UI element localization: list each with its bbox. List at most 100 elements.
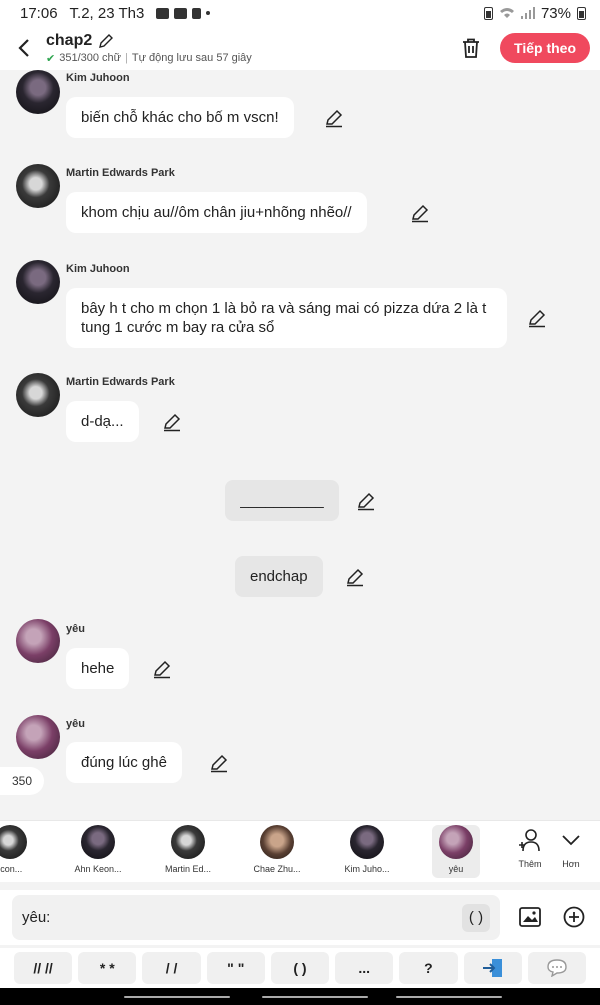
- message-bubble[interactable]: khom chịu au//ôm chân jiu+nhõng nhẽo//: [66, 192, 367, 233]
- signal-icon: [520, 7, 535, 19]
- edit-icon[interactable]: [209, 753, 229, 773]
- exit-scene-button[interactable]: [463, 952, 522, 984]
- character-chip[interactable]: Ahn Keon...: [66, 825, 130, 874]
- avatar: [81, 825, 115, 859]
- more-label: Thêm: [518, 859, 542, 869]
- edit-icon[interactable]: [162, 412, 182, 432]
- less-label: Hơn: [562, 859, 580, 869]
- separator: |: [125, 52, 128, 64]
- edit-icon[interactable]: [410, 203, 430, 223]
- avatar[interactable]: [16, 619, 60, 663]
- character-chip[interactable]: Chae Zhu...: [245, 825, 309, 874]
- paren-button[interactable]: ( ): [462, 903, 490, 932]
- avatar[interactable]: [16, 70, 60, 114]
- delete-button[interactable]: [460, 37, 482, 59]
- character-chip[interactable]: Icon...: [0, 825, 42, 874]
- character-name: Chae Zhu...: [253, 864, 301, 874]
- next-button[interactable]: Tiếp theo: [500, 33, 590, 63]
- chevron-down-icon: [562, 835, 580, 846]
- status-time: 17:06: [20, 4, 58, 22]
- image-icon[interactable]: [518, 905, 542, 929]
- sender-name: Kim Juhoon: [66, 72, 130, 84]
- quick-insert-button[interactable]: ...: [335, 952, 394, 984]
- youtube-icon: [174, 7, 188, 19]
- nav-home[interactable]: [262, 996, 368, 998]
- chat-area[interactable]: Kim Juhoon biến chỗ khác cho bố m vscn! …: [0, 70, 600, 820]
- sender-name: yêu: [66, 718, 85, 730]
- gallery-icon: [156, 7, 170, 19]
- quick-insert-button[interactable]: " ": [206, 952, 265, 984]
- edit-icon[interactable]: [356, 491, 376, 511]
- avatar: [439, 825, 473, 859]
- title-block: chap2 ✔ 351/300 chữ | Tự động lưu sau 57…: [46, 32, 252, 65]
- quick-insert-button[interactable]: // //: [14, 952, 73, 984]
- sender-name: Martin Edwards Park: [66, 167, 175, 179]
- tiktok-icon: [192, 7, 202, 19]
- avatar[interactable]: [16, 260, 60, 304]
- wifi-icon: [499, 8, 514, 18]
- divider-bubble[interactable]: __________: [225, 480, 339, 521]
- quick-insert-button[interactable]: ?: [399, 952, 458, 984]
- notification-icons: [156, 7, 211, 19]
- trash-icon: [463, 38, 480, 58]
- chapter-title: chap2: [46, 31, 93, 49]
- message-bubble[interactable]: đúng lúc ghê: [66, 742, 182, 783]
- chat-bubble-icon: [547, 959, 567, 977]
- avatar: [350, 825, 384, 859]
- title-row[interactable]: chap2: [46, 32, 252, 50]
- avatar: [171, 825, 205, 859]
- character-name: Martin Ed...: [164, 864, 211, 874]
- status-left: 17:06 T.2, 23 Th3: [20, 4, 211, 22]
- character-chip[interactable]: Martin Ed...: [156, 825, 220, 874]
- nav-back[interactable]: [396, 996, 502, 998]
- quick-insert-bar: // // * * / / " " ( ) ... ?: [0, 948, 600, 988]
- edit-icon[interactable]: [345, 567, 365, 587]
- endchap-bubble[interactable]: endchap: [235, 556, 323, 597]
- avatar: [0, 825, 27, 859]
- status-bar: 17:06 T.2, 23 Th3 73%: [0, 0, 600, 26]
- message-bubble[interactable]: bây h t cho m chọn 1 là bỏ ra và sáng ma…: [66, 288, 507, 348]
- check-icon: ✔: [46, 52, 56, 65]
- character-name: yêu: [448, 864, 464, 874]
- back-button[interactable]: [12, 33, 36, 63]
- char-counter: 350: [0, 767, 44, 795]
- edit-icon[interactable]: [527, 308, 547, 328]
- character-bar: Icon... Ahn Keon... Martin Ed... Chae Zh…: [0, 820, 600, 882]
- character-chip-selected[interactable]: yêu: [432, 825, 480, 878]
- avatar[interactable]: [16, 373, 60, 417]
- edit-icon[interactable]: [152, 659, 172, 679]
- input-speaker-label: yêu:: [22, 909, 51, 926]
- character-chip[interactable]: Kim Juho...: [335, 825, 399, 874]
- more-dot-icon: [206, 11, 211, 15]
- character-name: Kim Juho...: [344, 864, 390, 874]
- message-input[interactable]: yêu: ( ): [12, 895, 500, 940]
- message-bubble[interactable]: biến chỗ khác cho bố m vscn!: [66, 97, 294, 138]
- avatar[interactable]: [16, 715, 60, 759]
- battery-icon: [577, 6, 586, 20]
- add-character-button[interactable]: Thêm: [517, 827, 543, 869]
- edit-icon[interactable]: [324, 108, 344, 128]
- quick-insert-button[interactable]: ( ): [270, 952, 330, 984]
- quick-insert-button[interactable]: * *: [78, 952, 137, 984]
- message-bubble[interactable]: d-dạ...: [66, 401, 139, 442]
- avatar[interactable]: [16, 164, 60, 208]
- editor-header: chap2 ✔ 351/300 chữ | Tự động lưu sau 57…: [0, 26, 600, 70]
- character-name: Icon...: [0, 864, 23, 874]
- chevron-left-icon: [18, 39, 29, 57]
- message-bubble[interactable]: hehe: [66, 648, 130, 689]
- sender-name: Kim Juhoon: [66, 263, 130, 275]
- collapse-button[interactable]: Hơn: [560, 827, 582, 869]
- pencil-icon[interactable]: [98, 33, 114, 49]
- header-actions: Tiếp theo: [460, 33, 590, 63]
- character-name: Ahn Keon...: [74, 864, 122, 874]
- quick-insert-button[interactable]: / /: [142, 952, 201, 984]
- add-circle-icon[interactable]: [562, 905, 586, 929]
- chat-bubble-button[interactable]: [527, 952, 586, 984]
- input-area: yêu: ( ): [0, 890, 600, 945]
- add-person-icon: [519, 829, 540, 852]
- status-right: 73%: [483, 5, 586, 22]
- system-nav-bar: [0, 988, 600, 1005]
- nav-recents[interactable]: [124, 996, 230, 998]
- word-count: 351/300 chữ: [59, 52, 122, 64]
- save-status: ✔ 351/300 chữ | Tự động lưu sau 57 giây: [46, 52, 252, 65]
